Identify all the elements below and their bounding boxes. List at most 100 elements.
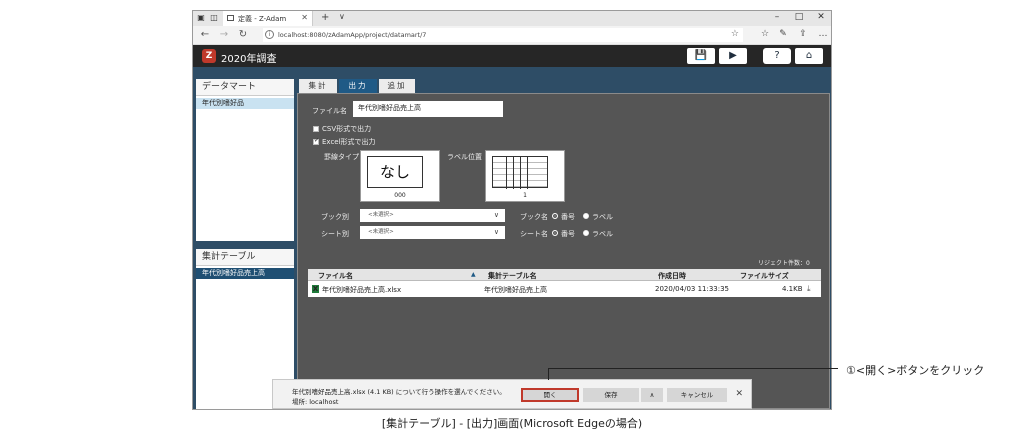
tab-title: 定義 - Z-Adam: [238, 15, 287, 23]
column-size[interactable]: ファイルサイズ: [740, 271, 789, 281]
download-icon[interactable]: ⤓: [807, 284, 811, 294]
figure-caption: [集計テーブル] - [出力]画面(Microsoft Edgeの場合): [381, 417, 643, 430]
sheet-number-label: 番号: [561, 230, 575, 238]
home-button[interactable]: ⌂: [795, 48, 823, 64]
pen-icon[interactable]: ✎: [777, 29, 789, 39]
row-size: 4.1KB: [782, 285, 803, 293]
main-area: 集計 出力 追加 ファイル名 年代別嗜好品売上高 CSV形式で出力 Excel形…: [297, 79, 830, 409]
reject-count: リジェクト件数：0: [758, 260, 810, 267]
table-header: 集計テーブル: [196, 249, 294, 266]
forward-icon[interactable]: →: [218, 29, 230, 40]
download-message: 年代別嗜好品売上高.xlsx (4.1 KB) について行う操作を選んでください…: [292, 388, 506, 396]
book-label: ブック別: [321, 213, 349, 221]
row-table-name: 年代別嗜好品売上高: [484, 286, 547, 294]
border-type-code: 000: [394, 192, 406, 199]
excel-file-icon: X: [312, 285, 319, 293]
csv-label: CSV形式で出力: [322, 125, 372, 133]
save-file-button[interactable]: 保存: [583, 388, 639, 402]
page-icon: [227, 15, 234, 21]
column-table-name[interactable]: 集計テーブル名: [488, 271, 537, 281]
grid-lines: [493, 157, 549, 189]
cancel-button[interactable]: キャンセル: [667, 388, 727, 402]
annotation-text: ①<開く>ボタンをクリック: [846, 364, 985, 377]
download-bar: 年代別嗜好品売上高.xlsx (4.1 KB) について行う操作を選んでください…: [272, 379, 752, 409]
datamart-header: データマート: [196, 79, 294, 96]
book-label-option: ラベル: [592, 213, 613, 221]
excel-checkbox[interactable]: [313, 137, 319, 145]
share-icon[interactable]: ⇪: [797, 29, 809, 39]
column-created[interactable]: 作成日時: [658, 271, 686, 281]
sort-asc-icon[interactable]: ▲: [471, 271, 476, 278]
table-item[interactable]: 年代別嗜好品売上高: [196, 268, 294, 279]
border-type-picker[interactable]: なし 000: [360, 150, 440, 202]
tab-actions-icon[interactable]: ▣: [196, 13, 206, 23]
sheet-name-label: シート名: [520, 230, 548, 238]
label-position-dropdown-icon[interactable]: [555, 170, 563, 175]
row-filename: 年代別嗜好品売上高.xlsx: [322, 286, 402, 294]
label-position-picker[interactable]: 1: [485, 150, 565, 202]
column-filename[interactable]: ファイル名: [318, 271, 353, 281]
filename-label: ファイル名: [312, 107, 347, 115]
close-tab-icon[interactable]: ✕: [301, 13, 308, 22]
sheet-number-radio[interactable]: [552, 230, 558, 236]
book-name-label: ブック名: [520, 213, 548, 221]
download-location: 場所: localhost: [292, 398, 339, 406]
favorite-star-icon[interactable]: ☆: [731, 29, 739, 39]
sheet-label-radio[interactable]: [583, 230, 589, 236]
more-icon[interactable]: …: [817, 29, 829, 39]
maximize-icon[interactable]: □: [793, 12, 805, 22]
callout-line: [548, 368, 838, 369]
run-button[interactable]: ▶: [719, 48, 747, 64]
sheet-label-option: ラベル: [592, 230, 613, 238]
open-button[interactable]: 開く: [521, 388, 579, 402]
label-position-code: 1: [523, 192, 527, 199]
minimize-icon[interactable]: –: [771, 12, 783, 22]
app-logo: Z: [202, 49, 216, 63]
filename-input[interactable]: 年代別嗜好品売上高: [353, 101, 503, 117]
tab-add[interactable]: 追加: [379, 79, 415, 93]
tab-bar: ▣ ◫ 定義 - Z-Adam ✕ + ∨ – □ ✕: [193, 11, 831, 26]
browser-window: ▣ ◫ 定義 - Z-Adam ✕ + ∨ – □ ✕ ← → ↻ i loca…: [192, 10, 832, 410]
favorites-icon[interactable]: ☆: [759, 29, 771, 39]
sheet-select[interactable]: <未選択> ∨: [360, 226, 505, 239]
border-type-label: 罫線タイプ: [324, 153, 359, 161]
save-button[interactable]: 💾: [687, 48, 715, 64]
save-options-button[interactable]: ∧: [641, 388, 663, 402]
excel-label: Excel形式で出力: [322, 138, 376, 146]
output-files-table: ファイル名 ▲ 集計テーブル名 作成日時 ファイルサイズ X 年代別嗜好品売上高…: [308, 269, 821, 297]
datamart-item[interactable]: 年代別嗜好品: [196, 98, 294, 109]
row-created: 2020/04/03 11:33:35: [655, 285, 730, 293]
new-tab-icon[interactable]: +: [321, 12, 329, 23]
border-type-dropdown-icon[interactable]: [431, 170, 439, 175]
project-title: 2020年調査: [221, 54, 277, 65]
table-row[interactable]: X 年代別嗜好品売上高.xlsx 年代別嗜好品売上高 2020/04/03 11…: [308, 281, 821, 297]
book-number-radio[interactable]: [552, 213, 558, 219]
border-type-value: なし: [367, 156, 423, 188]
close-window-icon[interactable]: ✕: [815, 12, 827, 22]
chevron-down-icon: ∨: [493, 228, 499, 236]
sheet-label: シート別: [321, 230, 349, 238]
app-body: データマート 年代別嗜好品 集計テーブル 年代別嗜好品売上高 集計 出力 追加 …: [193, 67, 831, 409]
tab-preview-icon[interactable]: ◫: [209, 13, 219, 23]
help-button[interactable]: ?: [763, 48, 791, 64]
refresh-icon[interactable]: ↻: [237, 29, 249, 40]
sheet-select-value: <未選択>: [368, 229, 394, 235]
output-panel: ファイル名 年代別嗜好品売上高 CSV形式で出力 Excel形式で出力 罫線タイ…: [297, 93, 830, 409]
datamart-panel: データマート 年代別嗜好品: [196, 79, 294, 241]
tab-output[interactable]: 出力: [339, 79, 377, 93]
label-position-preview: [492, 156, 549, 189]
book-select[interactable]: <未選択> ∨: [360, 209, 505, 222]
csv-checkbox[interactable]: [313, 126, 319, 132]
tab-aggregate[interactable]: 集計: [299, 79, 337, 93]
back-icon[interactable]: ←: [199, 29, 211, 40]
close-icon[interactable]: ✕: [735, 389, 743, 399]
info-icon[interactable]: i: [265, 30, 274, 39]
browser-tab[interactable]: 定義 - Z-Adam ✕: [223, 11, 313, 26]
book-select-value: <未選択>: [368, 212, 394, 218]
chevron-down-icon[interactable]: ∨: [339, 12, 345, 21]
table-header-row: ファイル名 ▲ 集計テーブル名 作成日時 ファイルサイズ: [308, 269, 821, 281]
url-field[interactable]: i localhost:8080/zAdamApp/project/datama…: [263, 28, 743, 42]
chevron-down-icon: ∨: [493, 211, 499, 219]
callout-line-vertical: [548, 368, 549, 380]
book-label-radio[interactable]: [583, 213, 589, 219]
